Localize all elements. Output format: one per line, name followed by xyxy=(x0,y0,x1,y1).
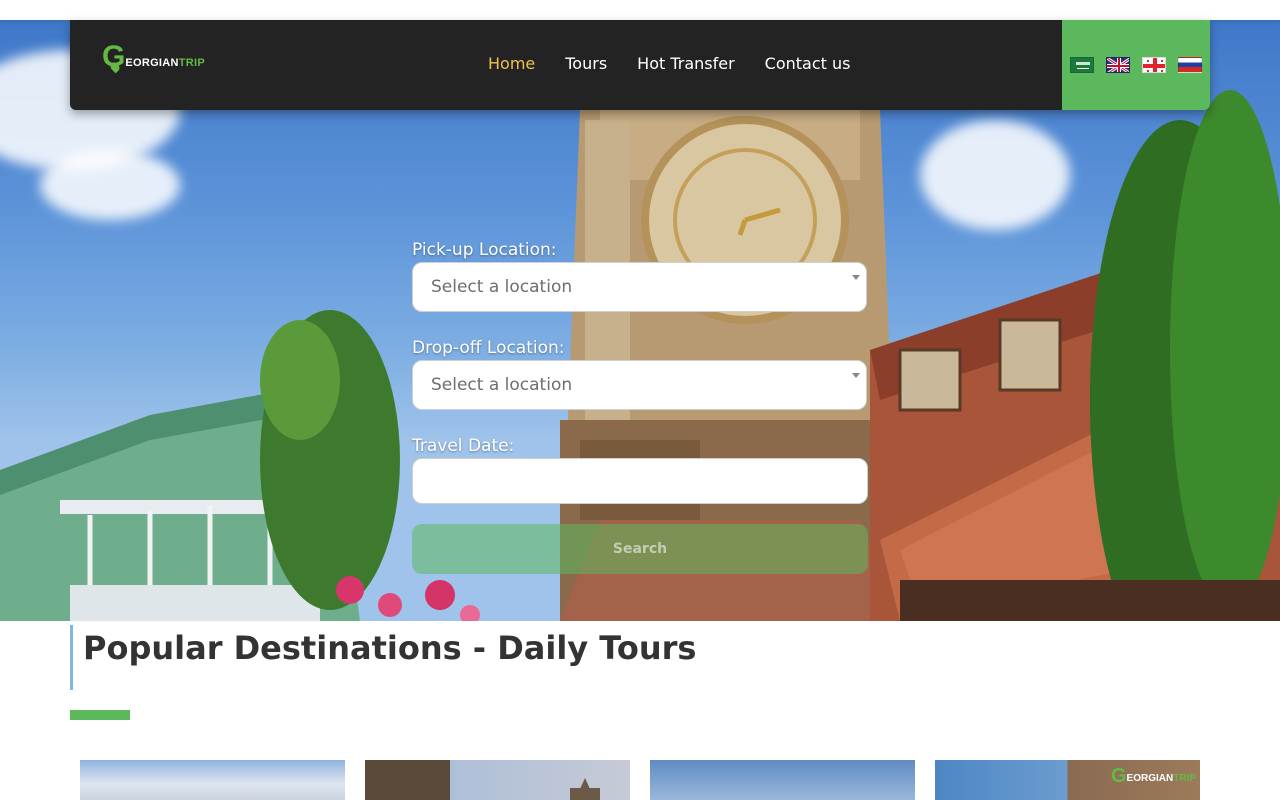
nav-tours[interactable]: Tours xyxy=(565,54,607,73)
destination-card[interactable]: G EORGIANTRIP xyxy=(935,760,1200,800)
nav-home[interactable]: Home xyxy=(488,54,535,73)
section-title: Popular Destinations - Daily Tours xyxy=(83,629,697,667)
travel-date-input[interactable] xyxy=(412,458,868,504)
card-logo-trip: TRIP xyxy=(1173,773,1196,784)
uk-flag-icon[interactable] xyxy=(1106,57,1130,73)
logo-word-trip: TRIP xyxy=(178,57,206,69)
russia-flag-icon[interactable] xyxy=(1178,57,1202,73)
nav-hot-transfer[interactable]: Hot Transfer xyxy=(637,54,735,73)
search-button[interactable]: Search xyxy=(412,524,868,574)
destination-card[interactable] xyxy=(80,760,345,800)
card-logo-georgian: EORGIAN xyxy=(1126,773,1174,784)
chevron-down-icon xyxy=(852,275,860,280)
card-watermark-logo: G EORGIANTRIP xyxy=(1111,766,1196,786)
nav-links: Home Tours Hot Transfer Contact us xyxy=(488,54,850,73)
section-heading: Popular Destinations - Daily Tours xyxy=(70,625,696,690)
georgiantrip-logo[interactable]: G EORGIANTRIP xyxy=(102,40,205,74)
destination-card[interactable] xyxy=(365,760,630,800)
main-navbar: G EORGIANTRIP Home Tours Hot Transfer Co… xyxy=(70,20,1210,110)
language-switcher xyxy=(1062,20,1210,110)
arabic-flag-icon[interactable] xyxy=(1070,57,1094,73)
pickup-location-select[interactable]: Select a location xyxy=(412,262,867,312)
destination-card[interactable] xyxy=(650,760,915,800)
destination-cards: G EORGIANTRIP xyxy=(80,760,1200,800)
transfer-search-form: Pick-up Location: Select a location Drop… xyxy=(412,240,868,574)
logo-word-georgian: EORGIAN xyxy=(125,57,179,69)
top-strip xyxy=(0,0,1280,20)
section-accent-bar xyxy=(70,710,130,720)
chevron-down-icon xyxy=(852,373,860,378)
card-logo-wordmark: EORGIANTRIP xyxy=(1127,773,1196,784)
georgia-flag-icon[interactable] xyxy=(1142,57,1166,73)
logo-wordmark: EORGIANTRIP xyxy=(125,57,205,69)
pickup-label: Pick-up Location: xyxy=(412,240,557,260)
card-logo-g: G xyxy=(1110,765,1127,787)
pickup-placeholder: Select a location xyxy=(431,277,573,297)
dropoff-label: Drop-off Location: xyxy=(412,338,565,358)
dropoff-location-select[interactable]: Select a location xyxy=(412,360,867,410)
travel-date-label: Travel Date: xyxy=(412,436,515,456)
nav-contact-us[interactable]: Contact us xyxy=(765,54,851,73)
dropoff-placeholder: Select a location xyxy=(431,375,573,395)
